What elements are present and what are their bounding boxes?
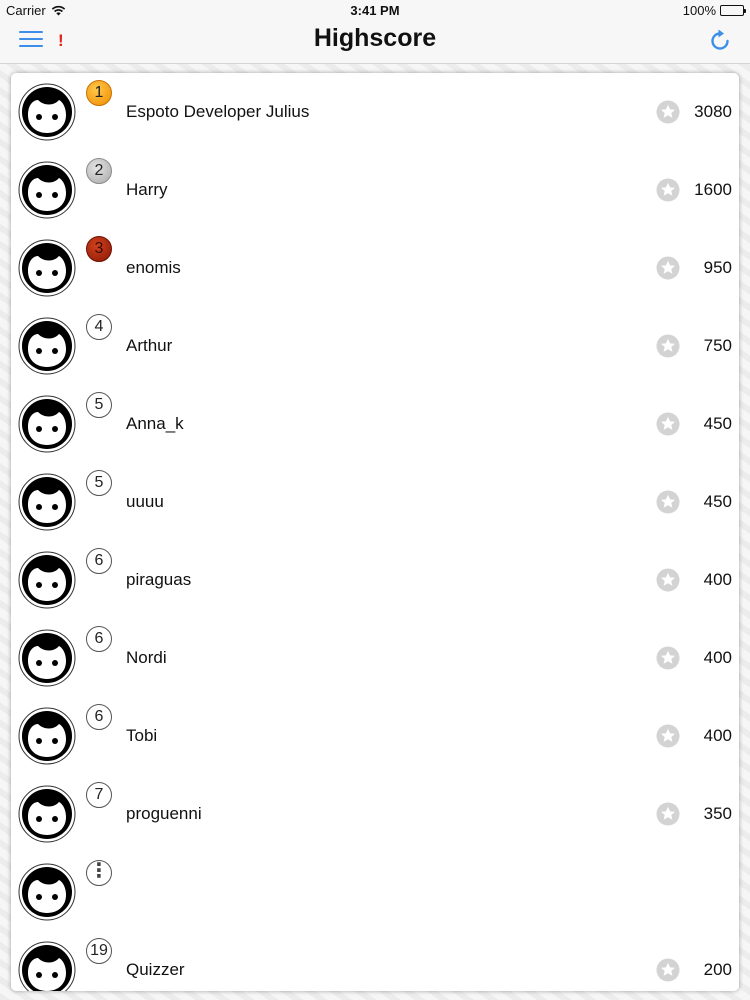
list-item[interactable]: 5 uuuu 450 (11, 463, 739, 541)
list-item[interactable]: 19 Quizzer 200 (11, 931, 739, 991)
avatar-icon (18, 941, 76, 991)
avatar-icon (18, 785, 76, 843)
highscore-list: 1 Espoto Developer Julius 3080 2 Harry 160… (11, 73, 739, 991)
rank-badge: 6 (86, 704, 112, 730)
list-item[interactable]: ⋮ (11, 853, 739, 931)
star-icon (656, 646, 680, 670)
battery-icon (720, 5, 746, 16)
status-bar: Carrier 3:41 PM 100% (0, 0, 750, 20)
list-item[interactable]: 6 piraguas 400 (11, 541, 739, 619)
status-time: 3:41 PM (350, 3, 400, 18)
star-icon (656, 178, 680, 202)
player-score: 400 (703, 570, 732, 589)
status-right: 100% (682, 3, 746, 18)
player-name: Espoto Developer Julius (126, 102, 310, 121)
player-score: 400 (703, 726, 732, 745)
navigation-bar: ! Highscore (0, 20, 750, 64)
player-score: 750 (703, 336, 732, 355)
rank-badge: 7 (86, 782, 112, 808)
star-icon (656, 958, 680, 982)
avatar-icon (18, 707, 76, 765)
player-score: 450 (703, 414, 732, 433)
star-icon (656, 724, 680, 748)
rank-badge: ⋮ (86, 860, 112, 886)
refresh-icon[interactable] (707, 28, 733, 54)
player-score: 3080 (694, 102, 732, 121)
highscore-screen: Carrier 3:41 PM 100% ! Highscore 1 Espot… (0, 0, 750, 1000)
battery-percent: 100% (682, 3, 716, 18)
player-name: Quizzer (126, 960, 185, 979)
page-title: Highscore (313, 24, 437, 52)
rank-badge: 4 (86, 314, 112, 340)
avatar-icon (18, 473, 76, 531)
player-name: Nordi (126, 648, 167, 667)
player-name: proguenni (126, 804, 202, 823)
star-icon (656, 412, 680, 436)
star-icon (656, 568, 680, 592)
avatar-icon (18, 239, 76, 297)
star-icon (656, 256, 680, 280)
player-name: Anna_k (126, 414, 184, 433)
player-score: 450 (703, 492, 732, 511)
star-icon (656, 100, 680, 124)
list-item[interactable]: 6 Nordi 400 (11, 619, 739, 697)
list-item[interactable]: 5 Anna_k 450 (11, 385, 739, 463)
rank-badge: 3 (86, 236, 112, 262)
avatar-icon (18, 161, 76, 219)
player-name: Harry (126, 180, 168, 199)
player-score: 400 (703, 648, 732, 667)
player-name: uuuu (126, 492, 164, 511)
list-item[interactable]: 2 Harry 1600 (11, 151, 739, 229)
player-score: 350 (703, 804, 732, 823)
rank-badge: 19 (86, 938, 112, 964)
list-item[interactable]: 4 Arthur 750 (11, 307, 739, 385)
avatar-icon (18, 83, 76, 141)
rank-badge: 2 (86, 158, 112, 184)
avatar-icon (18, 395, 76, 453)
player-name: Tobi (126, 726, 158, 745)
rank-badge: 5 (86, 470, 112, 496)
rank-badge: 5 (86, 392, 112, 418)
list-item[interactable]: 6 Tobi 400 (11, 697, 739, 775)
avatar-icon (18, 551, 76, 609)
avatar-icon (18, 863, 76, 921)
avatar-icon (18, 317, 76, 375)
list-item[interactable]: 1 Espoto Developer Julius 3080 (11, 73, 739, 151)
star-icon (656, 334, 680, 358)
player-score: 200 (703, 960, 732, 979)
player-name: Arthur (126, 336, 173, 355)
rank-badge: 6 (86, 548, 112, 574)
player-score: 1600 (694, 180, 732, 199)
star-icon (656, 802, 680, 826)
rank-badge: 1 (86, 80, 112, 106)
list-item[interactable]: 7 proguenni 350 (11, 775, 739, 853)
avatar-icon (18, 629, 76, 687)
player-score: 950 (703, 258, 732, 277)
star-icon (656, 490, 680, 514)
list-item[interactable]: 3 enomis 950 (11, 229, 739, 307)
player-name: piraguas (126, 570, 192, 589)
player-name: enomis (126, 258, 181, 277)
rank-badge: 6 (86, 626, 112, 652)
